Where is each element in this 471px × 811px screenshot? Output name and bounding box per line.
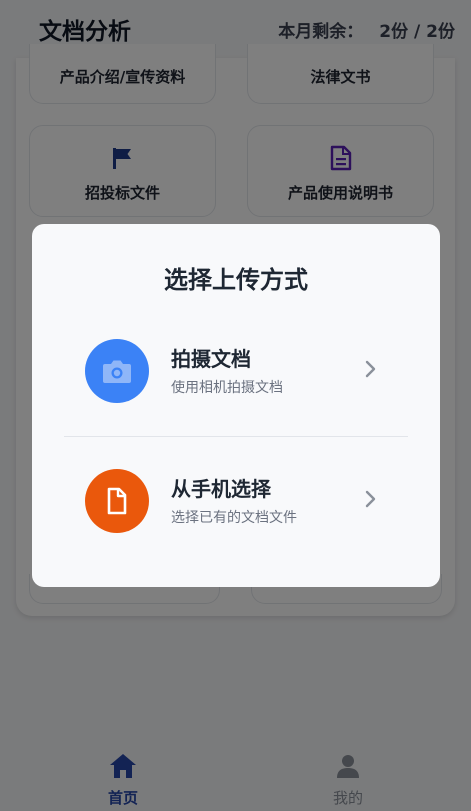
option-title: 从手机选择 <box>171 477 271 501</box>
dialog-title: 选择上传方式 <box>164 266 308 294</box>
option-subtitle: 使用相机拍摄文档 <box>171 380 283 396</box>
file-icon <box>85 469 149 533</box>
upload-method-dialog: 选择上传方式 拍摄文档 使用相机拍摄文档 从手机选择 选择已有的文档文件 <box>32 224 440 587</box>
option-divider <box>64 436 408 437</box>
chevron-right-icon <box>364 359 378 383</box>
camera-icon <box>85 339 149 403</box>
option-take-photo[interactable]: 拍摄文档 使用相机拍摄文档 <box>32 321 440 421</box>
chevron-right-icon <box>364 489 378 513</box>
option-subtitle: 选择已有的文档文件 <box>171 510 297 526</box>
option-choose-from-phone[interactable]: 从手机选择 选择已有的文档文件 <box>32 451 440 551</box>
option-title: 拍摄文档 <box>171 347 251 371</box>
